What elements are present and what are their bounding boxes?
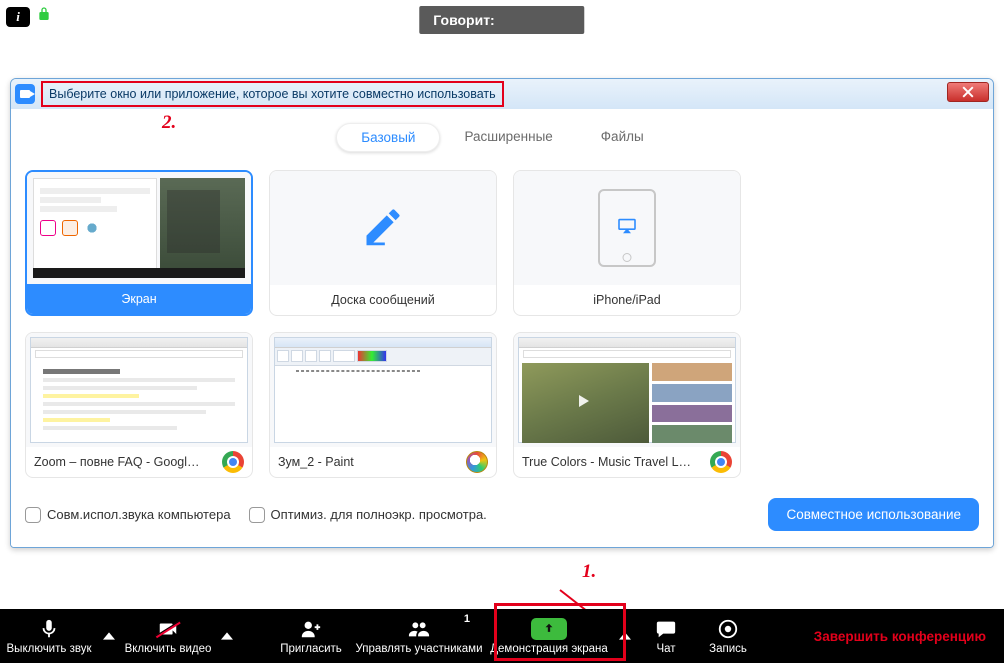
share-screen-dialog: Выберите окно или приложение, которое вы… <box>10 78 994 548</box>
toolbar-share-label: Демонстрация экрана <box>490 643 608 655</box>
window-youtube-label: True Colors - Music Travel Love (... <box>522 455 692 469</box>
window-chrome-docs-label: Zoom – повне FAQ - Google Док... <box>34 455 204 469</box>
zoom-app-icon <box>15 84 35 104</box>
checkbox-audio-label: Совм.испол.звука компьютера <box>47 507 231 522</box>
dialog-titlebar: Выберите окно или приложение, которое вы… <box>11 79 993 109</box>
toolbar-end-meeting-button[interactable]: Завершить конференцию <box>796 629 1004 644</box>
invite-icon <box>300 617 322 641</box>
toolbar-mute-more[interactable] <box>98 609 120 663</box>
share-option-whiteboard[interactable]: Доска сообщений <box>269 170 497 316</box>
toolbar-record-button[interactable]: Запись <box>696 609 760 663</box>
toolbar-video-label: Включить видео <box>125 643 212 655</box>
checkbox-optimize-label: Оптимиз. для полноэкр. просмотра. <box>271 507 487 522</box>
share-option-window-chrome-docs[interactable]: Zoom – повне FAQ - Google Док... <box>25 332 253 478</box>
toolbar-invite-button[interactable]: Пригласить <box>268 609 354 663</box>
share-option-whiteboard-label: Доска сообщений <box>331 293 434 307</box>
tab-advanced[interactable]: Расширенные <box>440 123 576 152</box>
share-option-window-paint[interactable]: Зум_2 - Paint <box>269 332 497 478</box>
meeting-info-badge[interactable]: i <box>6 7 30 27</box>
window-paint-label: Зум_2 - Paint <box>278 455 354 469</box>
microphone-icon <box>38 617 60 641</box>
annotation-2: 2. <box>162 112 176 134</box>
share-option-screen[interactable]: Экран <box>25 170 253 316</box>
participants-count: 1 <box>464 613 470 625</box>
share-option-iphone-label: iPhone/iPad <box>593 293 660 307</box>
toolbar-mute-button[interactable]: Выключить звук <box>0 609 98 663</box>
toolbar-share-more[interactable] <box>614 609 636 663</box>
chat-icon <box>655 617 677 641</box>
share-screen-icon <box>531 618 567 640</box>
toolbar-manage-participants-button[interactable]: 1 Управлять участниками <box>354 609 484 663</box>
toolbar-invite-label: Пригласить <box>280 643 342 655</box>
annotation-1: 1. <box>582 561 596 583</box>
checkbox-optimize-fullscreen[interactable]: Оптимиз. для полноэкр. просмотра. <box>249 507 487 523</box>
share-option-window-youtube[interactable]: True Colors - Music Travel Love (... <box>513 332 741 478</box>
toolbar-record-label: Запись <box>709 643 747 655</box>
toolbar-mute-label: Выключить звук <box>7 643 92 655</box>
screen-thumbnail <box>27 172 251 284</box>
share-option-iphone-ipad[interactable]: iPhone/iPad <box>513 170 741 316</box>
checkbox-share-computer-audio[interactable]: Совм.испол.звука компьютера <box>25 507 231 523</box>
pencil-icon <box>361 204 405 253</box>
airplay-icon <box>617 218 637 239</box>
share-button[interactable]: Совместное использование <box>768 498 979 531</box>
mspaint-icon <box>466 451 488 473</box>
speaking-indicator: Говорит: <box>419 6 584 34</box>
toolbar-manage-label: Управлять участниками <box>356 643 483 655</box>
dialog-title: Выберите окно или приложение, которое вы… <box>45 85 500 103</box>
toolbar-chat-button[interactable]: Чат <box>636 609 696 663</box>
share-option-screen-label: Экран <box>121 292 156 306</box>
toolbar-chat-label: Чат <box>656 643 675 655</box>
toolbar-video-more[interactable] <box>216 609 238 663</box>
tab-files[interactable]: Файлы <box>577 123 668 152</box>
toolbar-video-button[interactable]: Включить видео <box>120 609 216 663</box>
toolbar-share-screen-button[interactable]: Демонстрация экрана <box>484 609 614 663</box>
chrome-icon <box>222 451 244 473</box>
ipad-icon <box>598 189 656 267</box>
chrome-icon <box>710 451 732 473</box>
tab-basic[interactable]: Базовый <box>336 123 440 152</box>
record-icon <box>717 617 739 641</box>
camera-off-icon <box>157 617 179 641</box>
participants-icon <box>408 617 430 641</box>
meeting-toolbar: Выключить звук Включить видео Пригласить… <box>0 609 1004 663</box>
encryption-lock-icon <box>36 6 52 27</box>
dialog-close-button[interactable] <box>947 82 989 102</box>
